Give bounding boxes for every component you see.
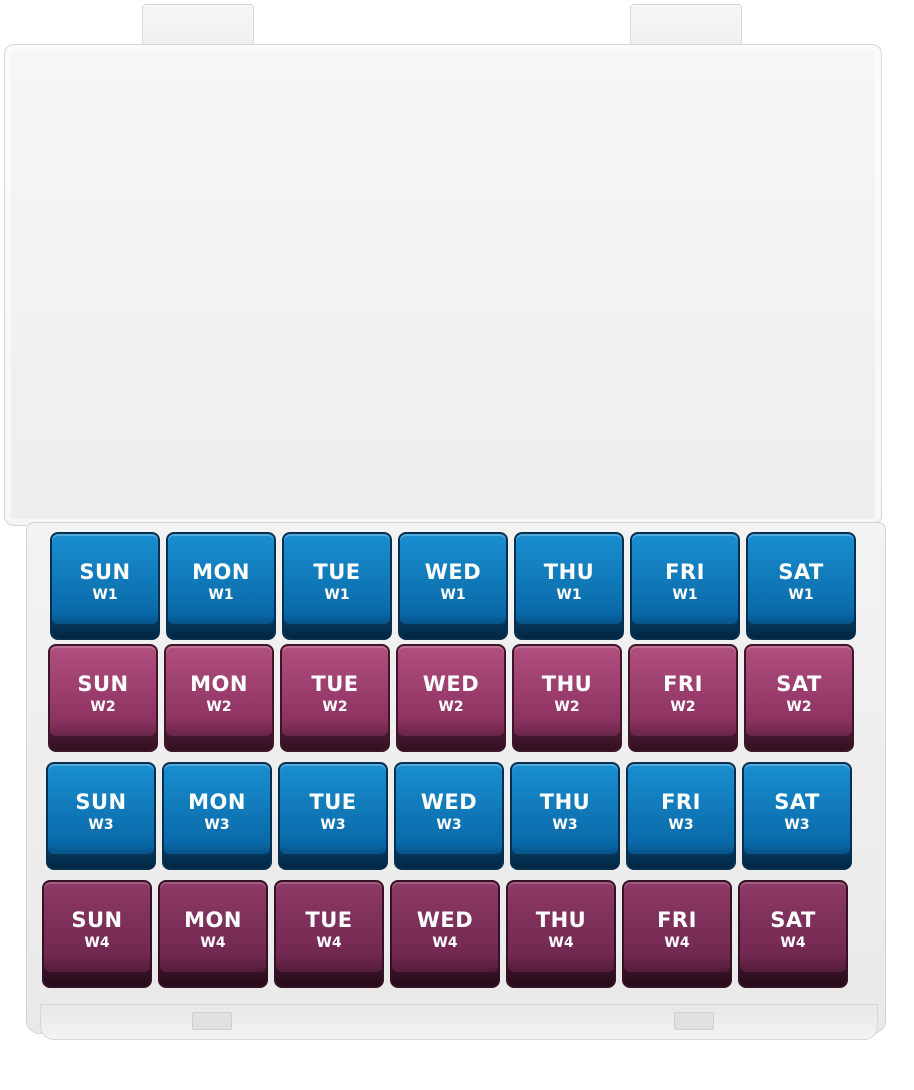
compartment-day-label: FRI	[663, 672, 703, 696]
compartment-lid[interactable]: MON W4	[158, 880, 268, 988]
compartment-lid[interactable]: THU W3	[510, 762, 620, 870]
compartment-lid[interactable]: FRI W1	[630, 532, 740, 640]
compartment-day-label: TUE	[311, 672, 359, 696]
compartment-day-label: FRI	[665, 560, 705, 584]
compartment-day-label: SAT	[776, 672, 822, 696]
compartment-week-label: W2	[786, 699, 812, 715]
compartment-lid[interactable]: MON W2	[164, 644, 274, 752]
compartment-row: SUN W3 MON W3 TUE W3 WED W3 THU W3 FRI W3 SAT W3	[42, 762, 870, 874]
compartment-week-label: W3	[436, 817, 462, 833]
compartment-week-label: W4	[780, 935, 806, 951]
compartment-week-label: W3	[320, 817, 346, 833]
compartment-week-label: W2	[438, 699, 464, 715]
compartment-day-label: SAT	[770, 908, 816, 932]
compartment-row: SUN W4 MON W4 TUE W4 WED W4 THU W4 FRI W4 SAT W4	[42, 880, 870, 992]
case-clip-right	[674, 1012, 714, 1030]
compartment-day-label: THU	[543, 560, 595, 584]
compartment-lid[interactable]: TUE W3	[278, 762, 388, 870]
compartment-week-label: W4	[432, 935, 458, 951]
compartment-lid[interactable]: WED W3	[394, 762, 504, 870]
compartment-week-label: W4	[664, 935, 690, 951]
compartment-week-label: W4	[200, 935, 226, 951]
compartment-week-label: W2	[322, 699, 348, 715]
compartment-week-label: W4	[548, 935, 574, 951]
compartment-day-label: THU	[535, 908, 587, 932]
compartment-lid[interactable]: SAT W4	[738, 880, 848, 988]
compartment-day-label: SUN	[79, 560, 131, 584]
compartment-row: SUN W2 MON W2 TUE W2 WED W2 THU W2 FRI W2 SAT W2	[42, 644, 870, 756]
compartment-lid[interactable]: SUN W3	[46, 762, 156, 870]
case-base-lip	[40, 1004, 878, 1040]
compartment-lid[interactable]: THU W4	[506, 880, 616, 988]
compartment-week-label: W3	[552, 817, 578, 833]
compartment-lid[interactable]: WED W4	[390, 880, 500, 988]
compartment-day-label: WED	[422, 672, 480, 696]
compartment-week-label: W1	[788, 587, 814, 603]
compartment-lid[interactable]: THU W1	[514, 532, 624, 640]
compartment-day-label: THU	[541, 672, 593, 696]
compartment-lid[interactable]: WED W2	[396, 644, 506, 752]
case-clip-left	[192, 1012, 232, 1030]
compartment-week-label: W1	[324, 587, 350, 603]
compartment-week-label: W3	[668, 817, 694, 833]
compartment-day-label: THU	[539, 790, 591, 814]
compartment-lid[interactable]: TUE W4	[274, 880, 384, 988]
compartment-week-label: W1	[208, 587, 234, 603]
compartment-lid[interactable]: SAT W2	[744, 644, 854, 752]
compartment-week-label: W4	[316, 935, 342, 951]
compartment-grid: SUN W1 MON W1 TUE W1 WED W1 THU W1 FRI W1 SAT W1 SUN W2…	[42, 530, 870, 1008]
compartment-day-label: MON	[192, 560, 250, 584]
compartment-day-label: TUE	[309, 790, 357, 814]
compartment-day-label: WED	[420, 790, 478, 814]
compartment-week-label: W2	[554, 699, 580, 715]
compartment-week-label: W3	[784, 817, 810, 833]
compartment-week-label: W2	[206, 699, 232, 715]
compartment-lid[interactable]: THU W2	[512, 644, 622, 752]
compartment-day-label: SUN	[71, 908, 123, 932]
compartment-day-label: FRI	[657, 908, 697, 932]
compartment-day-label: TUE	[305, 908, 353, 932]
compartment-day-label: FRI	[661, 790, 701, 814]
compartment-day-label: SAT	[778, 560, 824, 584]
compartment-day-label: TUE	[313, 560, 361, 584]
compartment-lid[interactable]: TUE W1	[282, 532, 392, 640]
compartment-week-label: W1	[92, 587, 118, 603]
compartment-week-label: W1	[672, 587, 698, 603]
compartment-week-label: W1	[440, 587, 466, 603]
compartment-lid[interactable]: SAT W1	[746, 532, 856, 640]
compartment-lid[interactable]: FRI W4	[622, 880, 732, 988]
compartment-day-label: SUN	[77, 672, 129, 696]
compartment-day-label: SAT	[774, 790, 820, 814]
compartment-lid[interactable]: WED W1	[398, 532, 508, 640]
compartment-day-label: SUN	[75, 790, 127, 814]
case-lid	[4, 44, 882, 526]
compartment-lid[interactable]: FRI W3	[626, 762, 736, 870]
compartment-week-label: W1	[556, 587, 582, 603]
compartment-lid[interactable]: SUN W4	[42, 880, 152, 988]
compartment-lid[interactable]: TUE W2	[280, 644, 390, 752]
compartment-day-label: WED	[416, 908, 474, 932]
compartment-row: SUN W1 MON W1 TUE W1 WED W1 THU W1 FRI W1 SAT W1	[42, 532, 870, 644]
compartment-day-label: WED	[424, 560, 482, 584]
compartment-week-label: W2	[90, 699, 116, 715]
compartment-week-label: W4	[84, 935, 110, 951]
compartment-week-label: W2	[670, 699, 696, 715]
compartment-lid[interactable]: SUN W1	[50, 532, 160, 640]
compartment-day-label: MON	[184, 908, 242, 932]
compartment-lid[interactable]: MON W1	[166, 532, 276, 640]
compartment-lid[interactable]: SUN W2	[48, 644, 158, 752]
compartment-lid[interactable]: SAT W3	[742, 762, 852, 870]
compartment-day-label: MON	[188, 790, 246, 814]
compartment-week-label: W3	[204, 817, 230, 833]
compartment-lid[interactable]: FRI W2	[628, 644, 738, 752]
compartment-lid[interactable]: MON W3	[162, 762, 272, 870]
compartment-day-label: MON	[190, 672, 248, 696]
compartment-week-label: W3	[88, 817, 114, 833]
